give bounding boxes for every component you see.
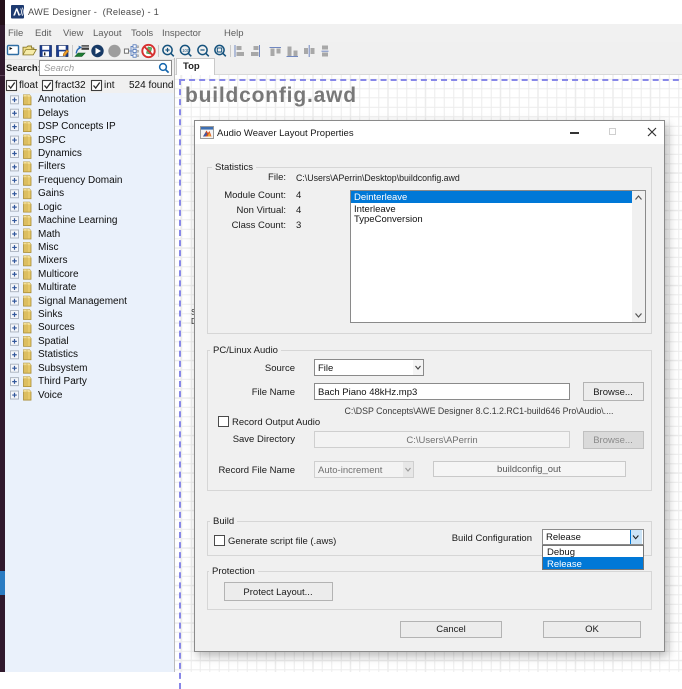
svg-text:100: 100 — [182, 48, 190, 53]
svg-text:0: 0 — [137, 53, 140, 58]
